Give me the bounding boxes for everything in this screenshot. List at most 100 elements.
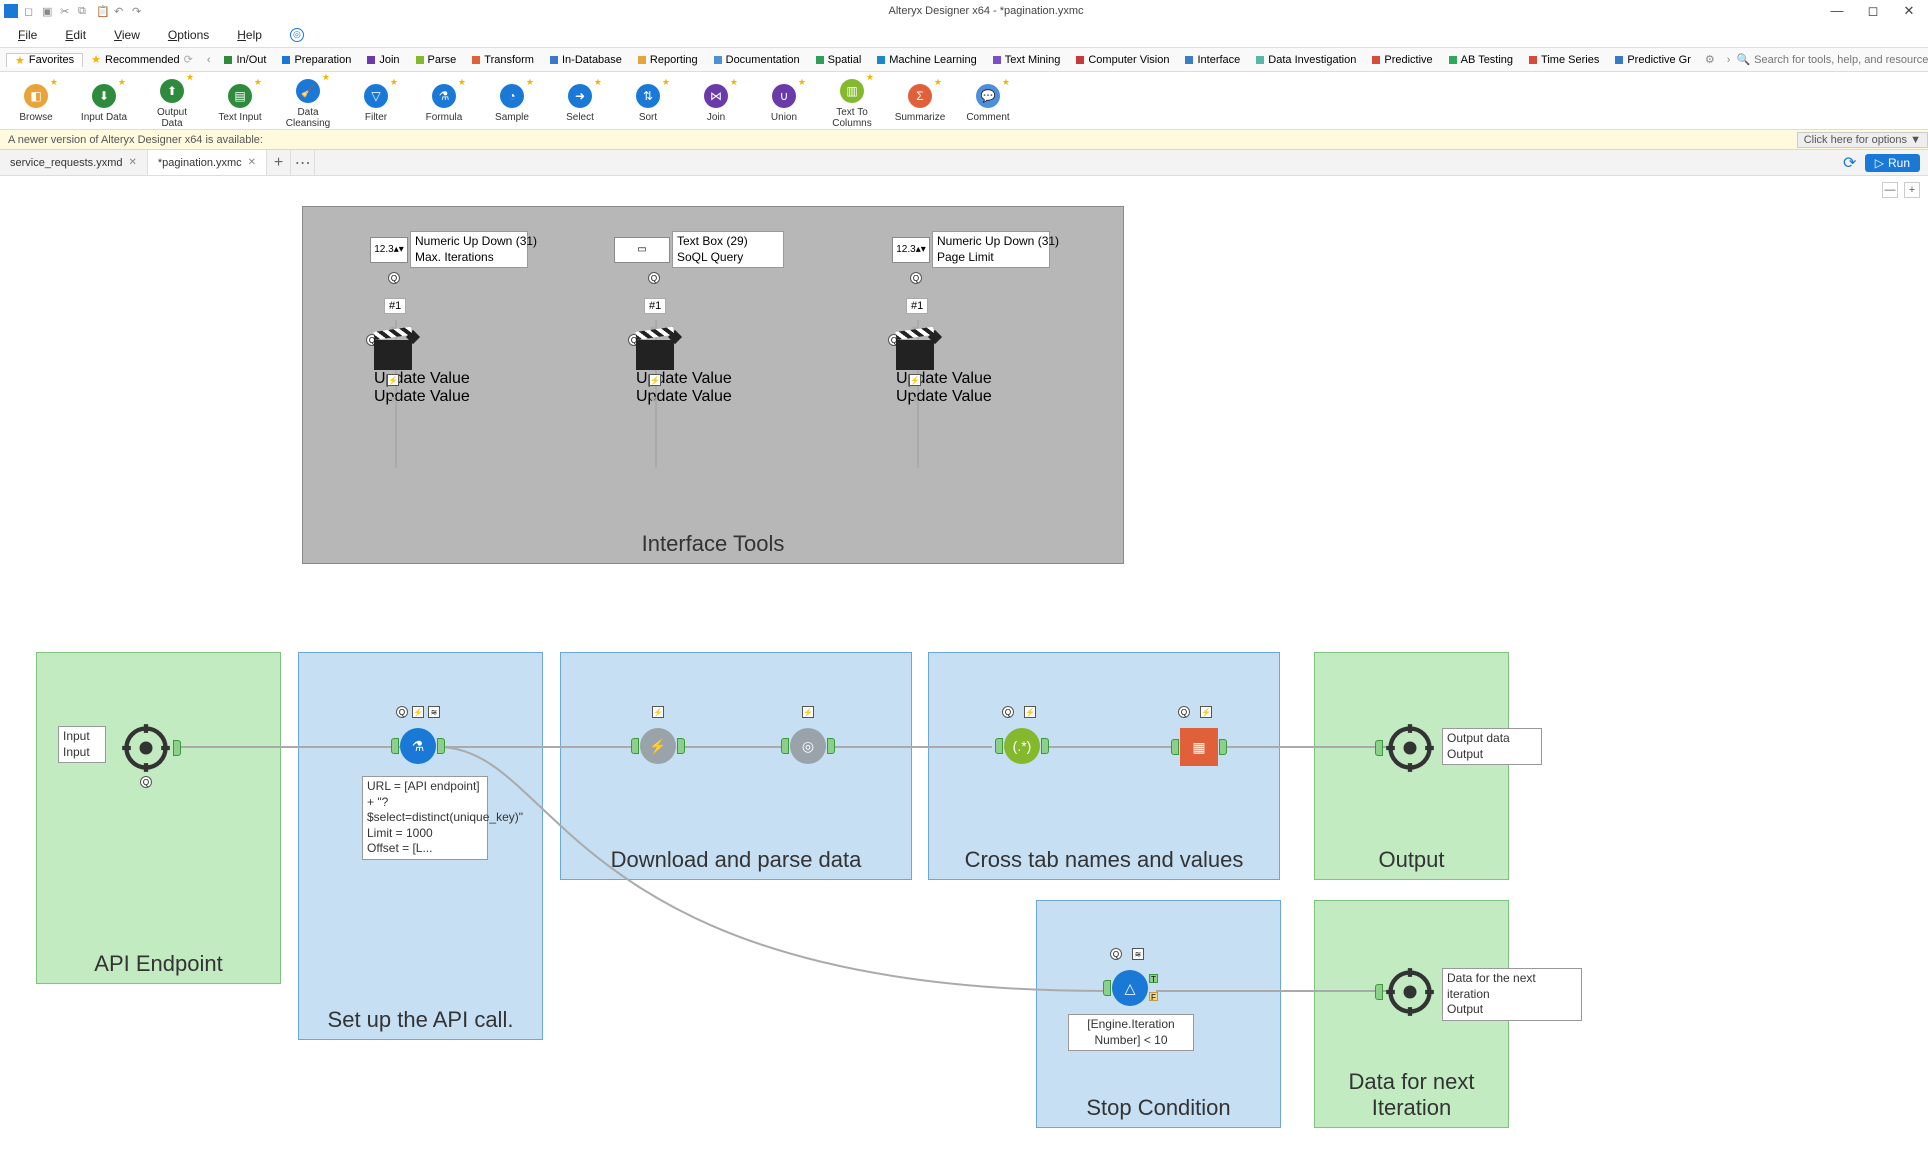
textbox-icon: ▭ <box>614 237 670 263</box>
connection-hash: #1 <box>644 298 666 314</box>
iface-numeric-updown-c[interactable]: 12.3▴▾ Numeric Up Down (31) Page Limit <box>892 231 1050 268</box>
copy-icon[interactable]: ⧉ <box>78 5 90 17</box>
tool-outputdata[interactable]: ★⬆Output Data <box>146 73 198 129</box>
tool-texttocolumns[interactable]: ★▥Text To Columns <box>826 73 878 129</box>
cat-parse[interactable]: Parse <box>408 54 465 66</box>
cat-inout[interactable]: In/Out <box>216 54 274 66</box>
cat-favorites[interactable]: ★Favorites <box>6 53 83 67</box>
tool-browse[interactable]: ★◧Browse <box>10 78 62 123</box>
anchor-q-icon: Q <box>910 272 922 284</box>
menu-edit[interactable]: Edit <box>65 28 86 42</box>
cat-preparation[interactable]: Preparation <box>274 54 359 66</box>
cat-join[interactable]: Join <box>359 54 407 66</box>
cat-reporting[interactable]: Reporting <box>630 54 706 66</box>
node-info: Input Input <box>58 726 106 763</box>
cat-predgroup[interactable]: Predictive Gr <box>1607 54 1699 66</box>
refresh-button[interactable]: ⟳ <box>1841 154 1859 172</box>
container-label: Interface Tools <box>642 531 785 557</box>
maximize-button[interactable]: ◻ <box>1864 3 1882 19</box>
container-api-endpoint[interactable]: API Endpoint <box>36 652 281 984</box>
tool-macro-output-next[interactable]: Data for the next iteration Output <box>1384 966 1436 1018</box>
close-button[interactable]: ✕ <box>1900 3 1918 19</box>
cat-recommended[interactable]: ★Recommended⟳ <box>83 53 201 66</box>
tool-macro-input[interactable]: Q Input Input <box>120 722 172 774</box>
tool-formula-node[interactable]: ⚗ Q ⚡ ≋ URL = [API endpoint] + "?$select… <box>400 728 436 764</box>
tool-crosstab-node[interactable]: ▦ Q ⚡ <box>1180 728 1218 766</box>
cat-documentation[interactable]: Documentation <box>706 54 808 66</box>
tool-union[interactable]: ★∪Union <box>758 78 810 123</box>
cat-cv[interactable]: Computer Vision <box>1068 54 1177 66</box>
tool-macro-output[interactable]: Output data Output <box>1384 722 1436 774</box>
menu-help[interactable]: Help <box>237 28 262 42</box>
iface-textbox-b[interactable]: ▭ Text Box (29) SoQL Query <box>614 231 784 268</box>
paste-icon[interactable]: 📋 <box>96 5 108 17</box>
node-info: Data for the next iteration Output <box>1442 968 1582 1021</box>
update-text: A newer version of Alteryx Designer x64 … <box>8 134 263 146</box>
connection-hash: #1 <box>906 298 928 314</box>
search-icon: 🔍 <box>1736 53 1750 66</box>
tool-select[interactable]: ★➜Select <box>554 78 606 123</box>
update-options-button[interactable]: Click here for options ▼ <box>1797 132 1928 148</box>
tab-pagination[interactable]: *pagination.yxmc✕ <box>148 150 267 175</box>
cat-interface[interactable]: Interface <box>1177 54 1248 66</box>
workflow-canvas[interactable]: — + Interface Tools API Endpoint Set up … <box>0 176 1928 1160</box>
tool-download-node[interactable]: ⚡ ⚡ <box>640 728 676 764</box>
iface-numeric-updown-a[interactable]: 12.3▴▾ Numeric Up Down (31) Max. Iterati… <box>370 231 528 268</box>
container-label: Download and parse data <box>611 847 862 873</box>
container-label: Set up the API call. <box>328 1007 514 1033</box>
cat-settings-icon[interactable]: ⚙ <box>1699 53 1721 66</box>
tool-regex-node[interactable]: (.*) Q ⚡ <box>1004 728 1040 764</box>
tool-sample[interactable]: ★◔Sample <box>486 78 538 123</box>
cut-icon[interactable]: ✂ <box>60 5 72 17</box>
cat-transform[interactable]: Transform <box>464 54 542 66</box>
workflow-tabs: service_requests.yxmd✕ *pagination.yxmc✕… <box>0 150 1928 176</box>
down-arrow-icon: ▾ <box>912 392 918 406</box>
run-button[interactable]: ▷ Run <box>1865 154 1920 172</box>
close-icon[interactable]: ✕ <box>129 157 137 168</box>
cat-timeseries[interactable]: Time Series <box>1521 54 1607 66</box>
new-icon[interactable]: ◻ <box>24 5 36 17</box>
tool-inputdata[interactable]: ★⬇Input Data <box>78 78 130 123</box>
cat-textmining[interactable]: Text Mining <box>985 54 1069 66</box>
tool-formula[interactable]: ★⚗Formula <box>418 78 470 123</box>
cat-indatabase[interactable]: In-Database <box>542 54 630 66</box>
tab-overflow-button[interactable]: ⋯ <box>291 150 315 175</box>
node-info: URL = [API endpoint] + "?$select=distinc… <box>362 776 488 860</box>
cat-ab[interactable]: AB Testing <box>1441 54 1521 66</box>
tool-sort[interactable]: ★⇅Sort <box>622 78 674 123</box>
close-icon[interactable]: ✕ <box>248 157 256 168</box>
tool-join2[interactable]: ★⋈Join <box>690 78 742 123</box>
search-input[interactable] <box>1754 54 1928 66</box>
title-bar: ◻ ▣ ✂ ⧉ 📋 ↶ ↷ Alteryx Designer x64 - *pa… <box>0 0 1928 22</box>
ribbon-tools: ★◧Browse ★⬇Input Data ★⬆Output Data ★▤Te… <box>0 72 1928 130</box>
container-download-parse[interactable]: Download and parse data <box>560 652 912 880</box>
minimize-button[interactable]: — <box>1828 3 1846 19</box>
cat-scroll-left[interactable]: ‹ <box>201 54 217 66</box>
anchor-q-icon: Q <box>648 272 660 284</box>
new-tab-button[interactable]: + <box>267 150 291 175</box>
menu-view[interactable]: View <box>114 28 140 42</box>
tool-filter[interactable]: ★▽Filter <box>350 78 402 123</box>
tab-service-requests[interactable]: service_requests.yxmd✕ <box>0 150 148 175</box>
undo-icon[interactable]: ↶ <box>114 5 126 17</box>
canvas-add-button[interactable]: + <box>1904 182 1920 198</box>
open-icon[interactable]: ▣ <box>42 5 54 17</box>
tool-datacleansing[interactable]: ★🧹Data Cleansing <box>282 73 334 129</box>
cat-scroll-right[interactable]: › <box>1721 54 1737 66</box>
cat-datainv[interactable]: Data Investigation <box>1248 54 1364 66</box>
canvas-collapse-button[interactable]: — <box>1882 182 1898 198</box>
tool-parse-node[interactable]: ◎ ⚡ <box>790 728 826 764</box>
cat-predictive[interactable]: Predictive <box>1364 54 1440 66</box>
tool-filter-stop[interactable]: △ T F Q ≋ [Engine.Iteration Number] < 10 <box>1112 970 1148 1006</box>
container-crosstab[interactable]: Cross tab names and values <box>928 652 1280 880</box>
menu-options[interactable]: Options <box>168 28 209 42</box>
cat-ml[interactable]: Machine Learning <box>869 54 984 66</box>
tool-summarize[interactable]: ★ΣSummarize <box>894 78 946 123</box>
redo-icon[interactable]: ↷ <box>132 5 144 17</box>
tool-textinput[interactable]: ★▤Text Input <box>214 78 266 123</box>
menu-target-icon[interactable]: ◎ <box>290 28 304 42</box>
tool-comment[interactable]: ★💬Comment <box>962 78 1014 123</box>
cat-spatial[interactable]: Spatial <box>808 54 870 66</box>
search-box[interactable]: 🔍 <box>1736 53 1928 66</box>
menu-file[interactable]: File <box>18 28 37 42</box>
